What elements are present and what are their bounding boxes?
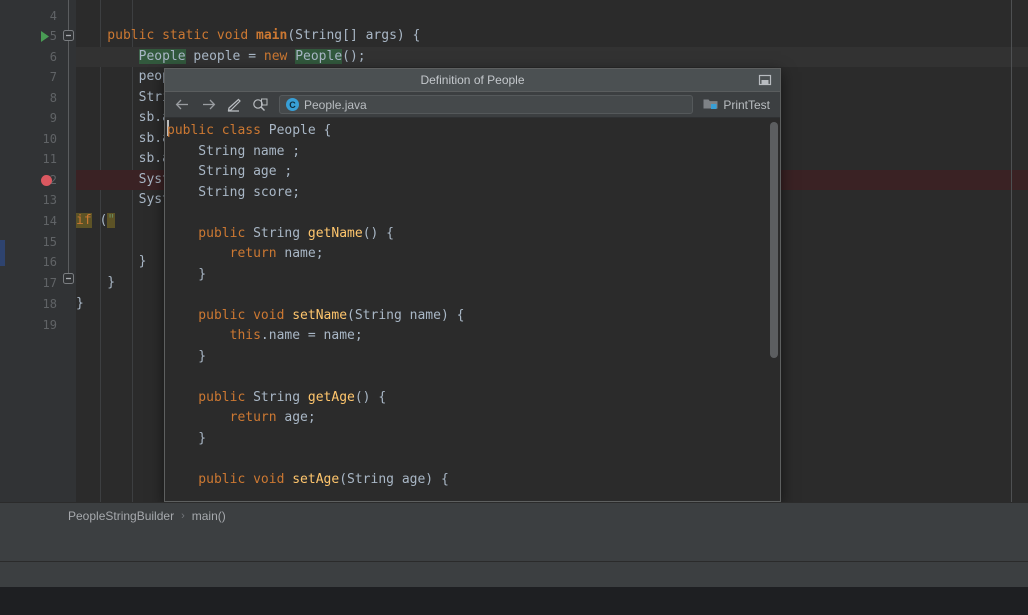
definition-popup[interactable]: Definition of People C xyxy=(164,68,781,502)
popup-toolbar[interactable]: C People.java PrintTest xyxy=(165,92,780,118)
popup-code-line: return age; xyxy=(165,408,780,429)
popup-code-line: public String getName() { xyxy=(165,224,780,245)
popup-code-line: public class People { xyxy=(165,121,780,142)
file-name-chip[interactable]: C People.java xyxy=(279,95,693,114)
line-number: 18 xyxy=(5,294,62,314)
line-number: 7 xyxy=(5,67,62,87)
code-line xyxy=(76,6,1028,26)
code-line: public static void main(String[] args) { xyxy=(76,26,1028,46)
popup-code-line: String name ; xyxy=(165,142,780,163)
file-name-label: People.java xyxy=(304,98,367,112)
line-number: 5 xyxy=(5,26,62,46)
popup-code-viewer[interactable]: public class People { String name ; Stri… xyxy=(165,118,780,501)
line-number: 11 xyxy=(5,149,62,169)
desktop-background xyxy=(0,587,1028,615)
module-chip[interactable]: PrintTest xyxy=(703,97,774,113)
breadcrumb-item-method[interactable]: main() xyxy=(192,509,226,523)
breakpoint-icon[interactable] xyxy=(39,170,53,190)
popup-code-line: } xyxy=(165,347,780,368)
line-number: 4 xyxy=(5,6,62,26)
line-number: 8 xyxy=(5,88,62,108)
popup-code-line: ... xyxy=(165,490,780,501)
arrow-right-icon[interactable] xyxy=(197,95,219,115)
popup-code-line: } xyxy=(165,429,780,450)
popup-code-line xyxy=(165,449,780,470)
popup-title-bar[interactable]: Definition of People xyxy=(165,69,780,92)
line-number-gutter[interactable]: 4 5 6 7 8 9 10 11 12 13 14 15 16 17 18 1… xyxy=(5,0,62,502)
popup-code-line: public void setAge(String age) { xyxy=(165,470,780,491)
popup-code-line: String score; xyxy=(165,183,780,204)
line-number: 16 xyxy=(5,252,62,272)
module-folder-icon xyxy=(703,97,718,113)
arrow-left-icon[interactable] xyxy=(171,95,193,115)
popup-code-line: } xyxy=(165,265,780,286)
popup-code-line: String age ; xyxy=(165,162,780,183)
popup-code-line: public void setName(String name) { xyxy=(165,306,780,327)
fold-collapse-icon[interactable] xyxy=(63,30,74,41)
popup-title-text: Definition of People xyxy=(420,73,524,87)
line-number: 10 xyxy=(5,129,62,149)
breadcrumb-item-class[interactable]: PeopleStringBuilder xyxy=(68,509,174,523)
pin-window-icon[interactable] xyxy=(758,73,772,87)
right-margin-separator xyxy=(1011,0,1012,502)
edit-source-icon[interactable] xyxy=(223,95,245,115)
popup-scrollbar-thumb[interactable] xyxy=(770,122,778,358)
find-usages-icon[interactable] xyxy=(249,95,271,115)
line-number: 14 xyxy=(5,211,62,231)
breadcrumb[interactable]: PeopleStringBuilder › main() xyxy=(0,502,1028,528)
ide-window: 4 5 6 7 8 9 10 11 12 13 14 15 16 17 18 1… xyxy=(0,0,1028,615)
popup-code-line: return name; xyxy=(165,244,780,265)
popup-code-line xyxy=(165,367,780,388)
line-number: 15 xyxy=(5,232,62,252)
line-number: 19 xyxy=(5,315,62,335)
module-name-label: PrintTest xyxy=(723,98,770,112)
popup-code-line xyxy=(165,203,780,224)
code-line: People people = new People(); xyxy=(76,47,1028,67)
popup-code-line: public String getAge() { xyxy=(165,388,780,409)
status-bar[interactable] xyxy=(0,528,1028,562)
popup-scrollbar[interactable] xyxy=(768,118,780,501)
popup-code-line xyxy=(165,285,780,306)
line-number: 9 xyxy=(5,108,62,128)
fold-collapse-icon[interactable] xyxy=(63,273,74,284)
breadcrumb-separator-icon: › xyxy=(181,510,185,522)
status-bar-secondary[interactable] xyxy=(0,562,1028,587)
line-number: 12 xyxy=(5,170,62,190)
code-folding-strip[interactable] xyxy=(62,0,76,502)
popup-code-line: this.name = name; xyxy=(165,326,780,347)
java-class-icon: C xyxy=(286,98,299,111)
line-number: 6 xyxy=(5,47,62,67)
line-number: 13 xyxy=(5,190,62,210)
run-main-gutter-icon[interactable] xyxy=(39,26,51,46)
line-number: 17 xyxy=(5,273,62,293)
